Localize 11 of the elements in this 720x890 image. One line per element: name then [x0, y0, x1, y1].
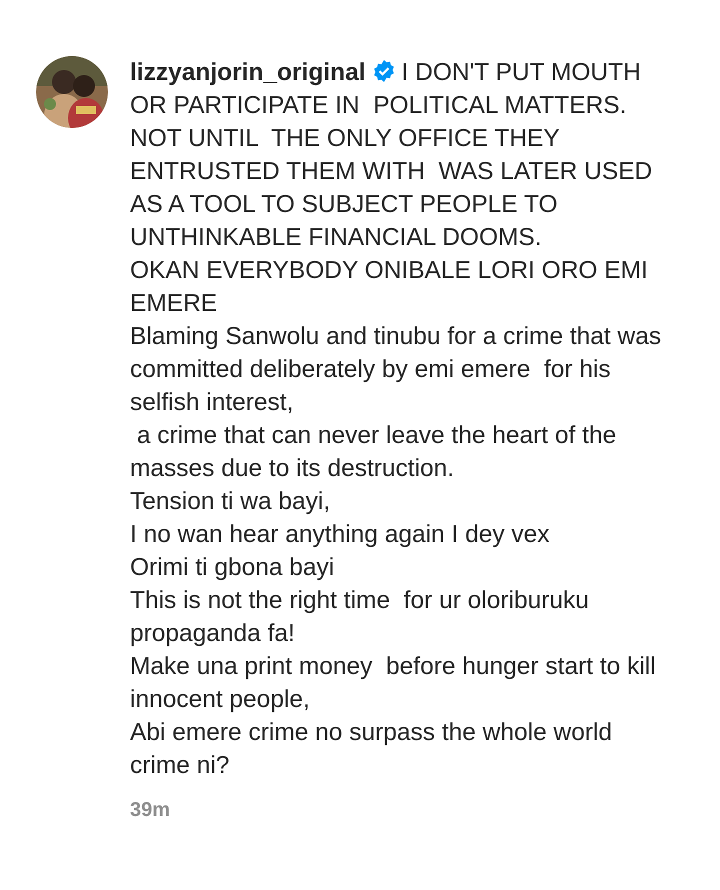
comment-text: Abi emere crime no surpass the whole world crime ni? [130, 718, 614, 781]
comment-text: This is not the right time for ur oloriburuku propaganda fa! [130, 586, 590, 649]
username-link[interactable]: lizzyanjorin_original [130, 59, 366, 86]
comment-text: Orimi ti gbona bayi [130, 553, 336, 583]
comment-text: I no wan hear anything again I dey vex [130, 520, 551, 550]
comment-text: lizzyanjorin_original I DON'T PUT MOUTH OR PARTICIPATE IN POLITICAL MATTERS. NOT UNTIL THE ONLY OFFICE THEY ENTRUSTED THEM WITH WAS LATER USED AS A TOOL TO SUBJECT PEOPLE TO UNTHINKABLE FINANCIAL DOOMS. [130, 58, 654, 253]
timestamp: 39m [130, 798, 172, 823]
comment-text: Make una print money before hunger start to kill innocent people, [130, 652, 657, 715]
comment-text: Tension ti wa bayi, [130, 487, 332, 517]
comment-text: OKAN EVERYBODY ONIBALE LORI ORO EMI EMERE [130, 256, 649, 319]
comment-text: a crime that can never leave the heart of the masses due to its destruction. [130, 421, 618, 484]
